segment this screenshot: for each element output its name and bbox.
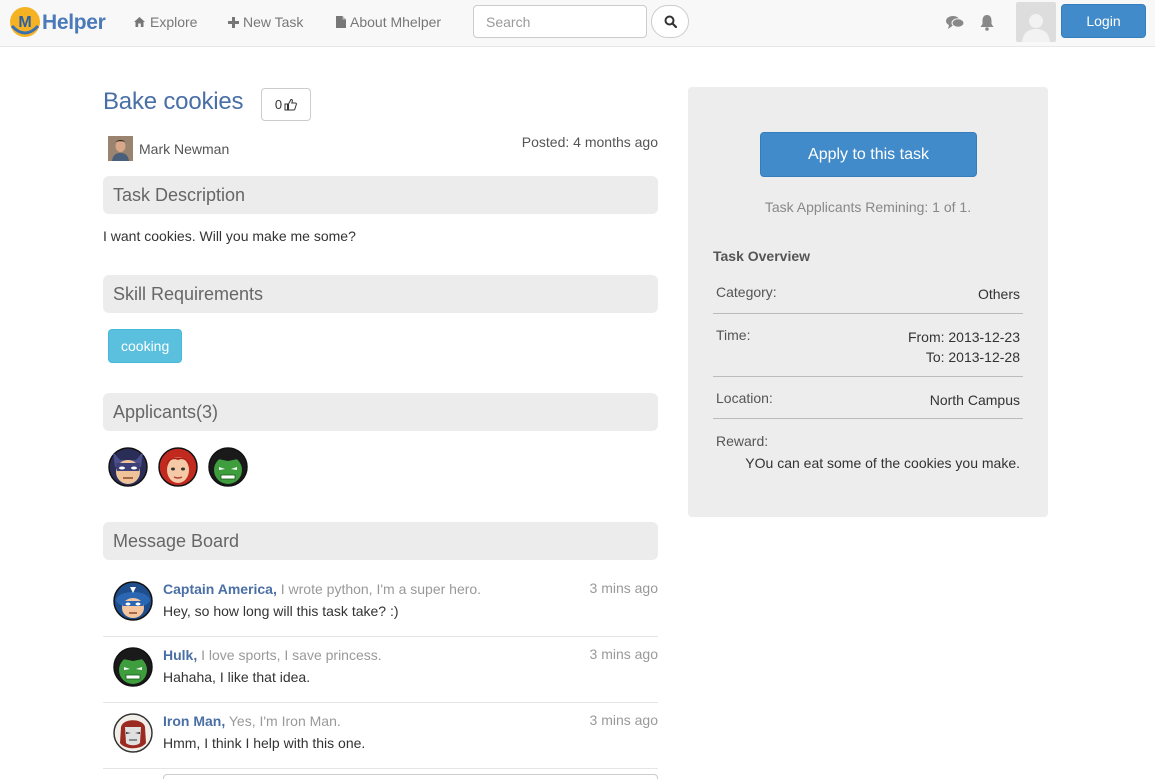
nav-explore-label: Explore [150, 14, 198, 30]
skill-tag[interactable]: cooking [108, 329, 183, 363]
message-text: Hey, so how long will this task take? :) [163, 603, 399, 619]
like-button[interactable]: 0 [261, 88, 311, 121]
description-heading: Task Description [103, 176, 658, 214]
message-text: Hahaha, I like that idea. [163, 669, 311, 685]
user-avatar[interactable] [1016, 2, 1056, 42]
applicant-avatar-hulk[interactable] [208, 447, 248, 487]
category-label: Category: [716, 284, 777, 300]
file-icon [336, 16, 346, 28]
message-author[interactable]: Hulk, I love sports, I save princess. [163, 647, 382, 663]
task-overview-panel: Apply to this task Task Applicants Remin… [688, 87, 1048, 517]
location-label: Location: [716, 390, 773, 406]
applicant-avatar-hawkeye[interactable] [108, 447, 148, 487]
messages-icon[interactable] [945, 12, 965, 32]
message-text: Hmm, I think I help with this one. [163, 735, 366, 751]
applicants-remaining: Task Applicants Remining: 1 of 1. [764, 199, 972, 215]
applicants-list [108, 447, 248, 487]
posted-time: Posted: 4 months ago [521, 134, 658, 150]
message-time: 3 mins ago [589, 646, 658, 662]
applicants-heading: Applicants(3) [103, 393, 658, 431]
thumbs-up-icon [284, 98, 298, 111]
message-time: 3 mins ago [589, 580, 658, 596]
divider [713, 313, 1023, 314]
time-from: From: 2013-12-23 [907, 329, 1020, 345]
home-icon [134, 17, 145, 27]
message-author-bio: I wrote python, I'm a super hero. [276, 581, 482, 597]
nav-new-task[interactable]: New Task [228, 14, 303, 30]
message-item: Captain America, I wrote python, I'm a s… [103, 571, 658, 637]
nav-new-task-label: New Task [243, 14, 304, 30]
category-value: Others [977, 286, 1020, 302]
logo-mark-icon: M [10, 7, 40, 37]
divider [713, 418, 1023, 419]
message-avatar-iron-man[interactable] [113, 713, 153, 753]
message-author-name[interactable]: Iron Man, [163, 713, 225, 729]
apply-button[interactable]: Apply to this task [760, 132, 977, 177]
plus-icon [228, 16, 239, 28]
search-icon [664, 15, 677, 28]
message-author-name[interactable]: Hulk, [163, 647, 197, 663]
message-item: Hulk, I love sports, I save princess. 3 … [103, 637, 658, 703]
bell-icon[interactable] [977, 12, 997, 32]
task-author[interactable]: Mark Newman [108, 136, 229, 161]
login-button[interactable]: Login [1061, 4, 1146, 38]
time-label: Time: [716, 327, 751, 343]
user-silhouette-icon [1022, 14, 1050, 42]
message-board-heading: Message Board [103, 522, 658, 560]
nav-about-label: About Mhelper [350, 14, 442, 30]
message-author-name[interactable]: Captain America, [163, 581, 277, 597]
message-avatar-hulk[interactable] [113, 647, 153, 687]
logo-initial: M [18, 14, 31, 31]
nav-about[interactable]: About Mhelper [336, 14, 441, 30]
reward-value: YOu can eat some of the cookies you make… [745, 455, 1020, 471]
message-author[interactable]: Captain America, I wrote python, I'm a s… [163, 581, 481, 597]
message-avatar-captain-america[interactable] [113, 581, 153, 621]
applicant-avatar-black-widow[interactable] [158, 447, 198, 487]
task-title: Bake cookies [103, 88, 244, 115]
message-time: 3 mins ago [589, 712, 658, 728]
location-value: North Campus [929, 392, 1020, 408]
author-avatar [108, 136, 133, 161]
brand-name: Helper [42, 11, 106, 34]
reward-label: Reward: [716, 433, 769, 449]
navbar: M Helper Explore New Task About Mhelper … [0, 0, 1155, 47]
message-input[interactable] [163, 774, 658, 779]
task-description: I want cookies. Will you make me some? [103, 228, 356, 244]
divider [713, 376, 1023, 377]
time-to: To: 2013-12-28 [925, 349, 1020, 365]
author-name: Mark Newman [139, 140, 230, 157]
search-input[interactable] [473, 5, 647, 38]
message-author[interactable]: Iron Man, Yes, I'm Iron Man. [163, 713, 341, 729]
time-value: From: 2013-12-23 To: 2013-12-28 [908, 327, 1020, 367]
nav-explore[interactable]: Explore [133, 14, 197, 30]
message-author-bio: I love sports, I save princess. [197, 647, 382, 663]
logo[interactable]: M Helper [8, 4, 106, 42]
message-item: Iron Man, Yes, I'm Iron Man. 3 mins ago … [103, 703, 658, 769]
message-author-bio: Yes, I'm Iron Man. [225, 713, 341, 729]
search-button[interactable] [651, 5, 689, 38]
like-count: 0 [274, 97, 283, 112]
skills-heading: Skill Requirements [103, 275, 658, 313]
overview-title: Task Overview [713, 248, 811, 264]
